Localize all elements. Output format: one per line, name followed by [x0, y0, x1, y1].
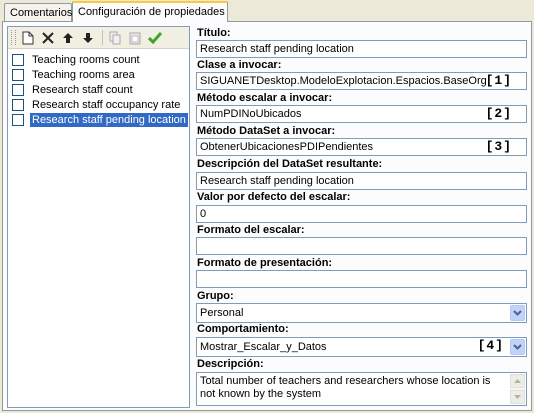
descripcion-dataset-value: Research staff pending location [200, 175, 354, 187]
metodo-escalar-label: Método escalar a invocar: [197, 92, 333, 104]
list-item-label: Research staff occupancy rate [32, 98, 181, 111]
descripcion-textarea[interactable]: Total number of teachers and researchers… [196, 372, 527, 406]
descripcion-label: Descripción: [197, 358, 264, 370]
list-item-label: Research staff pending location [30, 112, 188, 127]
move-down-icon[interactable] [79, 29, 97, 47]
metodo-dataset-label: Método DataSet a invocar: [197, 125, 336, 137]
valor-defecto-value: 0 [200, 208, 207, 220]
tab-configuracion-label: Configuración de propiedades [78, 6, 225, 18]
list-item-label: Research staff count [32, 83, 133, 96]
clase-value: SIGUANETDesktop.ModeloExplotacion.Espaci… [200, 75, 487, 87]
list-item[interactable]: Teaching rooms area [10, 67, 187, 82]
formato-presentacion-label: Formato de presentación: [197, 257, 333, 269]
comportamiento-label: Comportamiento: [197, 323, 289, 335]
scroll-down-icon[interactable] [510, 390, 525, 404]
list-item-checkbox[interactable] [12, 98, 24, 111]
clase-label: Clase a invocar: [197, 59, 282, 71]
toolbar-separator [102, 30, 103, 45]
list-item-label: Teaching rooms area [32, 68, 135, 81]
tab-comentarios[interactable]: Comentarios [4, 3, 72, 22]
list-item[interactable]: Teaching rooms count [10, 52, 187, 67]
toolbar-grip[interactable] [11, 30, 16, 45]
list-item-checkbox[interactable] [12, 83, 24, 96]
new-icon[interactable] [19, 29, 37, 47]
list-item-checkbox[interactable] [12, 68, 24, 81]
titulo-field[interactable]: Research staff pending location [196, 40, 527, 58]
tab-configuracion-propiedades[interactable]: Configuración de propiedades [72, 1, 228, 22]
marker-4: [4] [477, 338, 504, 353]
list-item[interactable]: Research staff count [10, 82, 187, 97]
descripcion-scrollbar[interactable] [510, 374, 525, 404]
comportamiento-value: Mostrar_Escalar_y_Datos [200, 341, 327, 353]
comportamiento-select[interactable]: Mostrar_Escalar_y_Datos [4] [196, 337, 527, 357]
list-toolbar [8, 27, 189, 49]
tab-comentarios-label: Comentarios [10, 7, 73, 19]
paste-icon[interactable] [126, 29, 144, 47]
list-item[interactable]: Research staff occupancy rate [10, 97, 187, 112]
descripcion-dataset-label: Descripción del DataSet resultante: [197, 158, 383, 170]
formato-escalar-field[interactable] [196, 237, 527, 255]
valor-defecto-field[interactable]: 0 [196, 205, 527, 223]
formato-presentacion-field[interactable] [196, 270, 527, 288]
list-item-checkbox[interactable] [12, 113, 24, 126]
marker-1: [1] [485, 73, 512, 88]
grupo-value: Personal [200, 307, 244, 319]
scroll-up-icon[interactable] [510, 374, 525, 388]
clase-field[interactable]: SIGUANETDesktop.ModeloExplotacion.Espaci… [196, 72, 527, 90]
formato-escalar-label: Formato del escalar: [197, 224, 305, 236]
titulo-label: Título: [197, 27, 231, 39]
descripcion-value: Total number of teachers and researchers… [200, 375, 491, 400]
move-up-icon[interactable] [59, 29, 77, 47]
metodo-escalar-value: NumPDINoUbicados [200, 108, 302, 120]
metodo-escalar-field[interactable]: NumPDINoUbicados [2] [196, 105, 527, 123]
chevron-down-icon[interactable] [510, 339, 525, 355]
metodo-dataset-field[interactable]: ObtenerUbicacionesPDIPendientes [3] [196, 138, 527, 156]
valor-defecto-label: Valor por defecto del escalar: [197, 191, 351, 203]
grupo-select[interactable]: Personal [196, 303, 527, 323]
marker-3: [3] [485, 139, 512, 154]
copy-icon[interactable] [106, 29, 124, 47]
indicator-list-panel: Teaching rooms count Teaching rooms area… [7, 26, 190, 408]
titulo-value: Research staff pending location [200, 43, 354, 55]
delete-icon[interactable] [39, 29, 57, 47]
grupo-label: Grupo: [197, 290, 234, 302]
list-item-checkbox[interactable] [12, 53, 24, 66]
chevron-down-icon[interactable] [510, 305, 525, 321]
metodo-dataset-value: ObtenerUbicacionesPDIPendientes [200, 141, 374, 153]
descripcion-dataset-field[interactable]: Research staff pending location [196, 172, 527, 190]
list-item-selected[interactable]: Research staff pending location [10, 112, 188, 127]
indicator-list: Teaching rooms count Teaching rooms area… [10, 52, 188, 127]
apply-check-icon[interactable] [146, 29, 164, 47]
list-item-label: Teaching rooms count [32, 53, 140, 66]
marker-2: [2] [485, 106, 512, 121]
